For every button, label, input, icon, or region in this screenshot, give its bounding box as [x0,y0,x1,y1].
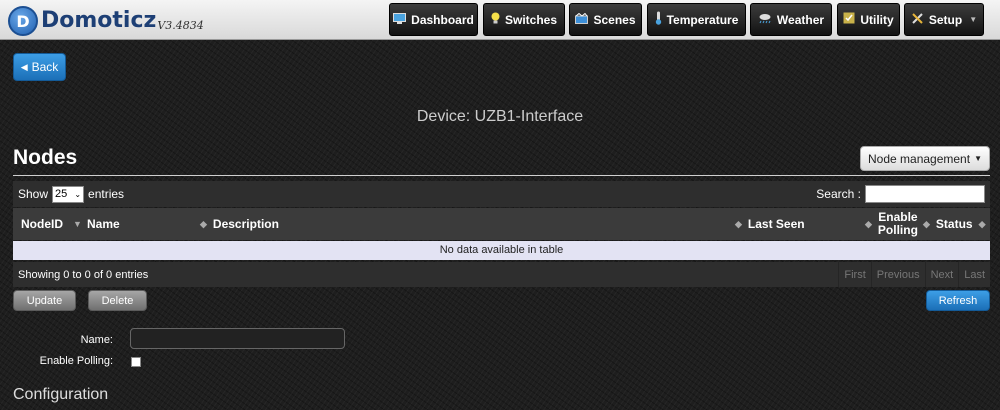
table-header: NodeID ▼ Name ◆ Description ◆ Last Seen … [13,208,990,240]
enable-polling-checkbox[interactable] [131,357,141,367]
col-status[interactable]: ◆ Status ◆ [923,208,986,240]
chevron-down-icon: ⌄ [74,189,82,199]
nav-label: Weather [776,12,825,27]
col-label: Description [212,217,279,231]
nav-switches[interactable]: Switches [483,3,565,36]
col-label: NodeID [21,217,63,231]
divider [13,175,990,176]
nav-setup[interactable]: Setup ▼ [904,3,984,36]
col-label: Name [87,217,120,231]
pager-last[interactable]: Last [958,262,990,287]
pager-first[interactable]: First [838,262,870,287]
top-navbar: D Domoticz V3.4834 Dashboard Switches Sc… [0,0,1000,40]
sort-icon: ◆ [923,218,930,229]
nav-label: Scenes [593,12,636,27]
pager-next[interactable]: Next [924,262,959,287]
delete-button[interactable]: Delete [88,290,147,311]
node-management-label: Node management [868,151,971,166]
search-control: Search : [816,185,985,203]
polling-label: Enable Polling: [39,355,113,367]
chevron-down-icon: ▼ [969,15,978,24]
nav-scenes[interactable]: Scenes [569,3,642,36]
nav-label: Utility [860,12,894,27]
setup-icon [911,12,924,28]
table-info: Showing 0 to 0 of 0 entries [18,268,149,281]
utility-icon [843,12,855,27]
sort-icon: ◆ [865,218,872,229]
configuration-heading: Configuration [13,386,109,403]
node-management-dropdown[interactable]: Node management ▼ [860,146,990,171]
back-label: Back [31,60,59,74]
table-toolbar: Show 25 ⌄ entries Search : [13,181,990,207]
sort-icon: ◆ [735,218,742,229]
nav-utility[interactable]: Utility [837,3,900,36]
nav-temperature[interactable]: Temperature [647,3,746,36]
sort-desc-icon: ▼ [73,219,82,229]
refresh-button[interactable]: Refresh [926,290,990,311]
name-label: Name: [80,334,113,346]
pagination: First Previous Next Last [838,262,990,287]
nav-label: Temperature [666,12,739,27]
name-field[interactable] [130,328,345,349]
caret-down-icon: ▼ [974,154,982,163]
nav-label: Setup [928,12,963,27]
nav-weather[interactable]: Weather [750,3,832,36]
logo-badge-icon: D [8,6,38,36]
brand-version: V3.4834 [157,19,204,32]
dashboard-icon [393,12,407,27]
col-label: Status [935,217,973,231]
table-empty-row: No data available in table [13,241,990,260]
brand-name: Domoticz [41,8,157,33]
col-last-seen[interactable]: ◆ Last Seen [735,208,805,240]
entries-select[interactable]: 25 ⌄ [52,185,85,203]
entries-label: entries [88,187,125,201]
weather-icon [758,13,772,27]
search-input[interactable] [865,185,985,203]
nav-dashboard[interactable]: Dashboard [389,3,478,36]
col-label: Enable Polling [877,210,918,237]
nodes-heading: Nodes [13,146,78,169]
table-footer: Showing 0 to 0 of 0 entries First Previo… [13,262,990,287]
col-description[interactable]: ◆ Description [200,208,279,240]
search-label: Search : [816,187,861,201]
device-title: Device: UZB1-Interface [416,108,584,125]
domoticz-logo[interactable]: D Domoticz V3.4834 [8,4,204,36]
entries-control: Show 25 ⌄ entries [18,185,125,203]
col-label: Last Seen [747,217,805,231]
back-button[interactable]: ◀ Back [13,53,66,81]
nav-label: Dashboard [411,12,474,27]
pager-previous[interactable]: Previous [870,262,925,287]
update-button[interactable]: Update [13,290,76,311]
show-label: Show [18,187,49,201]
chevron-left-icon: ◀ [20,61,28,72]
sort-icon: ◆ [200,218,207,229]
thermometer-icon [655,11,662,28]
lightbulb-icon [491,12,500,28]
entries-value: 25 [55,188,68,200]
col-name[interactable]: Name [87,208,120,240]
nav-label: Switches [504,12,558,27]
sort-icon: ◆ [978,218,986,229]
scenes-icon [575,12,589,27]
col-nodeid[interactable]: NodeID ▼ [21,208,82,240]
